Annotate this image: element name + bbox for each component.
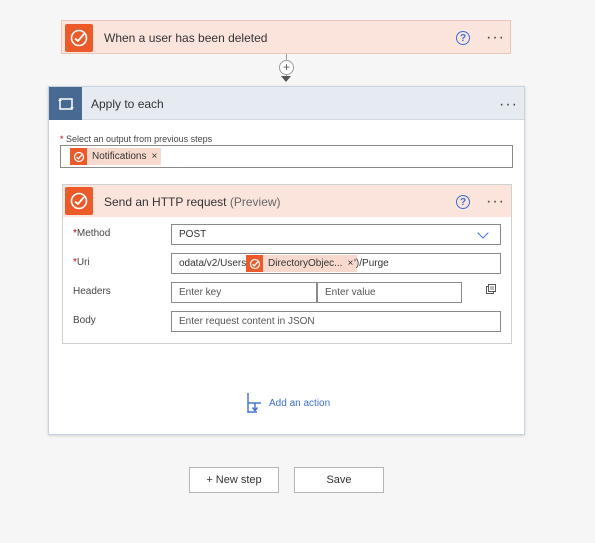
select-output-label: * Select an output from previous steps: [60, 134, 213, 144]
header-value-input[interactable]: Enter value: [317, 282, 462, 303]
help-icon[interactable]: ?: [456, 195, 470, 209]
arrow-down-icon: [281, 76, 291, 82]
new-step-button[interactable]: + New step: [189, 467, 279, 493]
more-options-icon[interactable]: ···: [499, 97, 518, 113]
dynamic-content-token[interactable]: DirectoryObjec... ×: [246, 255, 358, 272]
more-options-icon[interactable]: ···: [486, 30, 505, 46]
office-tasks-icon: [246, 255, 263, 272]
remove-token-icon[interactable]: ×: [151, 151, 161, 162]
help-icon[interactable]: ?: [456, 31, 470, 45]
loop-icon: [49, 87, 82, 120]
apply-to-each-card: Apply to each ··· * Select an output fro…: [48, 86, 525, 435]
send-http-request-card: Send an HTTP request (Preview) ? ··· *Me…: [62, 184, 512, 344]
more-options-icon[interactable]: ···: [486, 194, 505, 210]
office-tasks-icon: [70, 148, 87, 165]
headers-label: Headers: [73, 286, 111, 297]
uri-label: *Uri: [73, 257, 90, 268]
trigger-card[interactable]: When a user has been deleted ? ···: [61, 20, 511, 54]
switch-to-text-mode-icon[interactable]: [486, 284, 496, 294]
method-label: *Method: [73, 228, 111, 239]
uri-suffix: ')/Purge: [354, 258, 389, 269]
trigger-title: When a user has been deleted: [104, 31, 268, 45]
method-dropdown[interactable]: POST: [171, 224, 501, 245]
body-label: Body: [73, 315, 96, 326]
send-http-request-header[interactable]: Send an HTTP request (Preview) ? ···: [63, 185, 511, 217]
body-input[interactable]: Enter request content in JSON: [171, 311, 501, 332]
token-label: Notifications: [92, 151, 147, 162]
uri-field[interactable]: odata/v2/Users(' DirectoryObjec... × ')/…: [171, 253, 501, 274]
office-tasks-icon: [65, 187, 93, 215]
token-label: DirectoryObjec...: [268, 258, 343, 269]
select-output-field[interactable]: Notifications ×: [60, 145, 513, 168]
apply-to-each-title: Apply to each: [91, 97, 164, 111]
office-tasks-icon: [65, 24, 93, 52]
save-button[interactable]: Save: [294, 467, 384, 493]
chevron-down-icon[interactable]: [477, 227, 489, 239]
dynamic-content-token[interactable]: Notifications ×: [70, 148, 162, 165]
header-key-input[interactable]: Enter key: [171, 282, 317, 303]
send-http-request-title: Send an HTTP request (Preview): [104, 195, 281, 209]
apply-to-each-header[interactable]: Apply to each ···: [49, 87, 524, 120]
add-an-action-label: Add an action: [269, 397, 331, 409]
add-an-action-button[interactable]: Add an action: [247, 392, 330, 414]
add-action-icon: [247, 393, 261, 413]
insert-step-button[interactable]: +: [279, 60, 294, 75]
